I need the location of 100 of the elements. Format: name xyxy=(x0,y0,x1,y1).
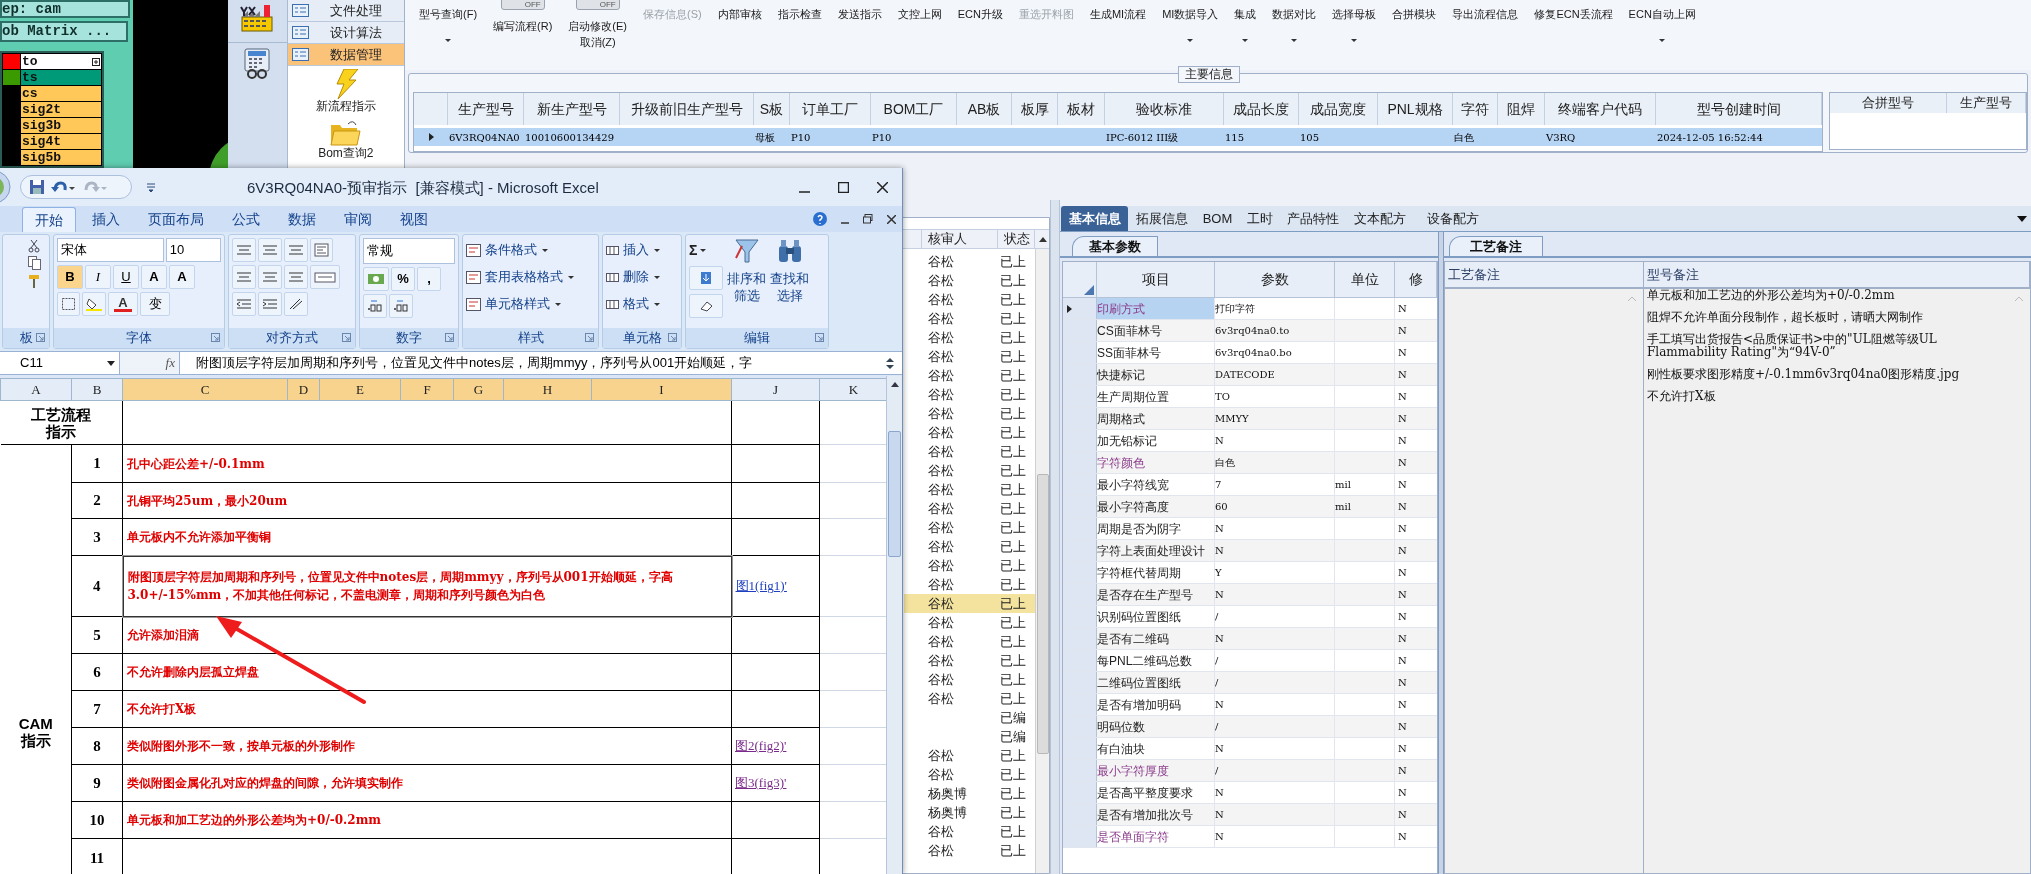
list-row[interactable]: 谷松 已上 xyxy=(904,271,1035,290)
list-row[interactable]: 谷松 已上 xyxy=(904,651,1035,670)
table-row[interactable]: 最小字符线宽 7 mil N xyxy=(1063,474,1437,496)
toolbar-button[interactable]: 数据对比 xyxy=(1270,0,1319,56)
column-header[interactable]: 修 xyxy=(1395,262,1437,297)
number-format-field[interactable]: 常规 xyxy=(363,238,455,264)
table-row[interactable]: 字符上表面处理设计 N N xyxy=(1063,540,1437,562)
save-icon[interactable] xyxy=(29,179,45,195)
cells-menu-button[interactable]: 删除 xyxy=(606,265,678,289)
number-format-button[interactable]: % xyxy=(391,267,415,291)
toolbar-button[interactable]: MI数据导入 xyxy=(1160,0,1221,56)
format-button[interactable]: I xyxy=(85,265,111,289)
cam-button[interactable]: ob Matrix ... xyxy=(0,20,128,42)
table-row[interactable]: 是否存在生产型号 N N xyxy=(1063,584,1437,606)
column-header[interactable]: B xyxy=(71,378,123,401)
link[interactable]: 图1(fig1)' xyxy=(735,578,787,594)
list-row[interactable]: 谷松 已上 xyxy=(904,537,1035,556)
ribbon-tab[interactable]: 插入 xyxy=(80,207,132,232)
toolbar-button[interactable]: 修复ECN丢流程 xyxy=(1532,0,1615,56)
nav-menu-item[interactable]: 设计算法 xyxy=(287,22,404,44)
nav-action[interactable]: Bom查询2 xyxy=(287,119,404,160)
column-header[interactable]: 型号创建时间 xyxy=(1656,93,1822,125)
dialog-launcher-icon[interactable] xyxy=(211,333,220,342)
table-row[interactable]: 字符框代替周期 Y N xyxy=(1063,562,1437,584)
column-header[interactable]: 验收标准 xyxy=(1105,93,1224,125)
style-menu-button[interactable]: 单元格样式 xyxy=(466,292,595,316)
column-header[interactable]: 板厚 xyxy=(1012,93,1058,125)
nav-menu-item[interactable]: 数据管理 xyxy=(287,44,404,66)
cam-button[interactable]: ep: cam xyxy=(0,0,130,18)
fill-color-button[interactable] xyxy=(82,292,106,316)
list-row[interactable]: 谷松 已上 xyxy=(904,594,1035,613)
list-row[interactable]: 谷松 已上 xyxy=(904,309,1035,328)
column-header[interactable]: 状态 xyxy=(998,230,1035,248)
ribbon-tab[interactable]: 视图 xyxy=(388,207,440,232)
toolbar-button[interactable]: 文控上网 xyxy=(895,0,944,56)
column-header[interactable]: 单位 xyxy=(1335,262,1395,297)
style-menu-button[interactable]: 套用表格格式 xyxy=(466,265,595,289)
toolbar-button[interactable]: 合拼模块 xyxy=(1390,0,1439,56)
toolbar-button[interactable]: ECN自动上网 xyxy=(1626,0,1698,56)
column-header[interactable]: 项目 xyxy=(1097,262,1215,297)
list-row[interactable]: 谷松 已上 xyxy=(904,822,1035,841)
toolbar-button[interactable]: 导出流程信息 xyxy=(1450,0,1521,56)
toolbar-button[interactable]: 指示检查 xyxy=(775,0,824,56)
column-header[interactable]: C xyxy=(122,378,288,401)
column-header[interactable]: BOM工厂 xyxy=(871,93,957,125)
column-header[interactable]: I xyxy=(591,378,732,401)
table-row[interactable]: 快捷标记 DATECODE N xyxy=(1063,364,1437,386)
selected-cell[interactable]: 附图顶层字符层加周期和序列号，位置见文件中notes层，周期mmyy，序列号从001开始顺延，字高3.0+/-15%mm，不加其他任何标记，不盖电测章，周期和序列号颜色为白色 xyxy=(122,555,732,617)
maximize-icon[interactable] xyxy=(838,181,849,193)
column-header[interactable]: 参数 xyxy=(1215,262,1335,297)
tab[interactable]: 文本配方 xyxy=(1345,206,1415,231)
column-header[interactable]: 阻焊 xyxy=(1498,93,1545,125)
column-header[interactable]: 合拼型号 xyxy=(1830,93,1947,113)
list-row[interactable]: 谷松 已上 xyxy=(904,404,1035,423)
column-header[interactable]: F xyxy=(400,378,454,401)
layer-row[interactable]: sig4t xyxy=(21,134,101,149)
list-row[interactable]: 谷松 已上 xyxy=(904,423,1035,442)
font-color-button[interactable]: A xyxy=(108,292,138,316)
toolbar-button[interactable]: 选择母板 xyxy=(1330,0,1379,56)
table-row[interactable]: 是否有增加批次号 N N xyxy=(1063,804,1437,826)
ribbon-tab[interactable]: 公式 xyxy=(220,207,272,232)
column-header[interactable]: 板材 xyxy=(1058,93,1105,125)
table-row[interactable]: 识别码位置图纸 / N xyxy=(1063,606,1437,628)
cells-menu-button[interactable]: 插入 xyxy=(606,238,678,262)
align-top-button[interactable] xyxy=(232,238,256,262)
dialog-launcher-icon[interactable] xyxy=(342,333,351,342)
column-header[interactable]: PNL规格 xyxy=(1378,93,1453,125)
dialog-launcher-icon[interactable] xyxy=(585,333,594,342)
table-row[interactable]: 印刷方式 打印字符 N xyxy=(1063,298,1437,320)
list-row[interactable]: 谷松 已上 xyxy=(904,347,1035,366)
undo-icon[interactable] xyxy=(51,180,76,194)
column-header[interactable]: J xyxy=(731,378,820,401)
list-row[interactable]: 谷松 已上 xyxy=(904,461,1035,480)
text-area[interactable]: 单元板和加工艺边的外形公差均为+0/-0.2mm 阻焊不允许单面分段制作，超长板时，请晒大网制作 手工填写出货报告<品质保证书>中的"UL阻燃等级UL Flammability Rating"为“94V-0” 刚性板要求图形精度+/-0.1mm6v3rq04na0图形精度.jpg 不允许打X板 xyxy=(1644,289,2030,873)
list-row[interactable]: 谷松 已上 xyxy=(904,765,1035,784)
table-row[interactable]: 明码位数 / N xyxy=(1063,716,1437,738)
style-menu-button[interactable]: 条件格式 xyxy=(466,238,595,262)
layer-row[interactable]: ts xyxy=(21,70,101,85)
column-header[interactable]: 成品宽度 xyxy=(1299,93,1378,125)
tab[interactable]: 工时 xyxy=(1240,206,1280,231)
list-row[interactable]: 谷松 已上 xyxy=(904,556,1035,575)
toolbar-button[interactable]: 型号查询(F) xyxy=(417,0,480,56)
scrollbar-thumb[interactable] xyxy=(888,431,901,557)
column-header[interactable]: 成品长度 xyxy=(1224,93,1299,125)
toolbar-button[interactable]: ECN升级 xyxy=(955,0,1005,56)
toolbar-button[interactable]: OFF 编写流程(R) xyxy=(491,0,555,56)
tab[interactable]: 拓展信息 xyxy=(1128,206,1195,231)
list-row[interactable]: 已编 xyxy=(904,727,1035,746)
brush-icon[interactable] xyxy=(27,274,41,289)
nav-menu-item[interactable]: 文件处理 xyxy=(287,0,404,22)
scissors-icon[interactable] xyxy=(28,238,40,253)
autosum-button[interactable]: Σ xyxy=(689,238,723,262)
table-row[interactable]: 每PNL二维码总数 / N xyxy=(1063,650,1437,672)
column-header[interactable]: 升级前旧生产型号 xyxy=(620,93,754,125)
nav-action[interactable]: 新流程指示 xyxy=(287,69,404,113)
splitter[interactable] xyxy=(1438,232,1444,874)
font-name-field[interactable]: 宋体 xyxy=(57,238,164,262)
toggle-switch[interactable]: OFF xyxy=(500,0,545,10)
toolbar-button[interactable]: 发送指示 xyxy=(835,0,884,56)
column-header[interactable]: S板 xyxy=(754,93,790,125)
